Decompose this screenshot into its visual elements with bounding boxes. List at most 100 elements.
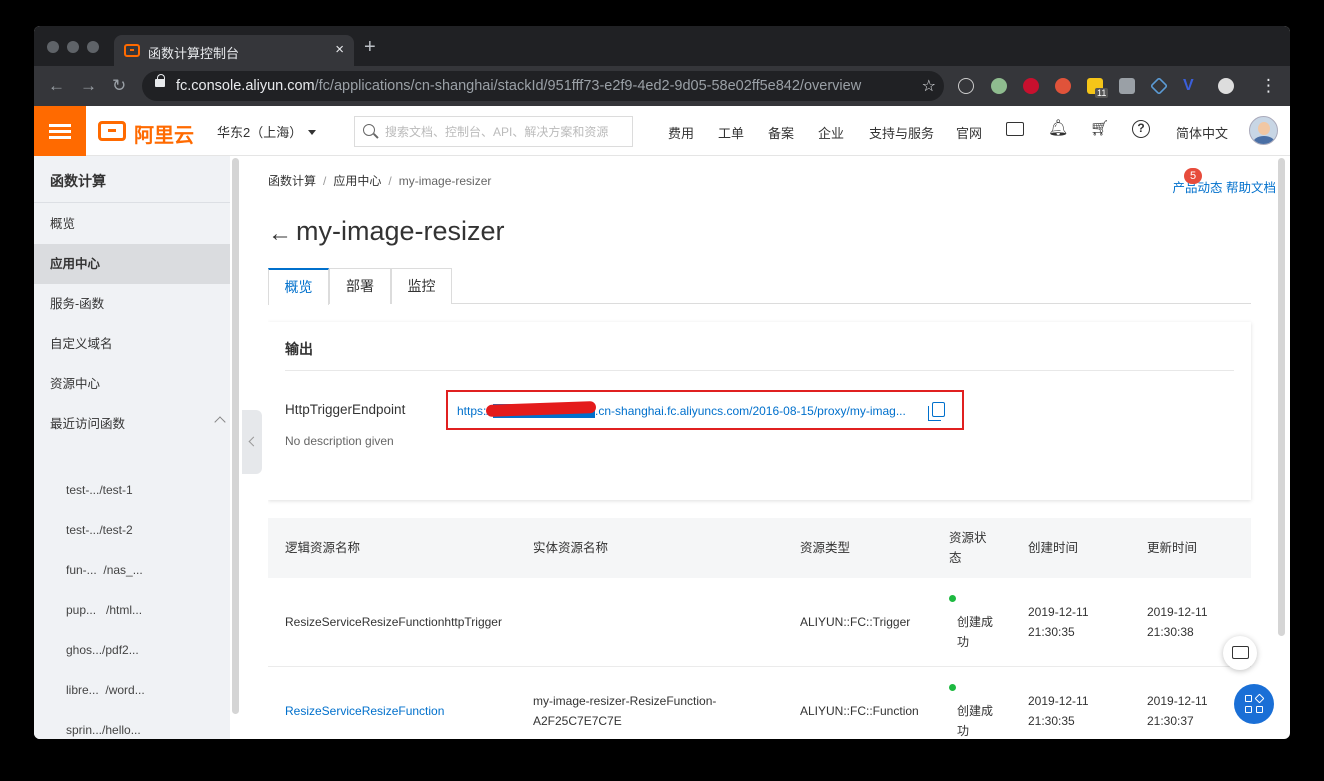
logical-name: ResizeServiceResizeFunctionhttpTrigger: [285, 615, 502, 629]
status-text: 创建成功: [957, 704, 994, 738]
created-time: 2019-12-11 21:30:35: [1028, 694, 1089, 728]
column-header: 更新时间: [1147, 541, 1198, 555]
user-avatar[interactable]: [1249, 116, 1278, 145]
copy-icon[interactable]: [928, 402, 945, 421]
status-text: 创建成功: [957, 615, 994, 649]
column-header: 创建时间: [1028, 541, 1079, 555]
bell-icon[interactable]: 🔔︎: [1048, 120, 1068, 138]
browser-tab[interactable]: 函数计算控制台 ×: [114, 35, 354, 66]
reload-icon[interactable]: ↻: [112, 76, 126, 96]
extension-circle-icon[interactable]: [991, 78, 1007, 94]
recent-function-item[interactable]: sprin.../hello...: [66, 723, 141, 737]
divider: [285, 370, 1234, 371]
extension-diamond-icon[interactable]: [1149, 76, 1169, 96]
region-selector[interactable]: 华东2（上海）: [217, 122, 317, 141]
recent-function-item[interactable]: pup... /html...: [66, 603, 142, 617]
physical-name: my-image-resizer-ResizeFunction-A2F25C7E…: [533, 694, 717, 728]
search-icon: [363, 124, 375, 136]
nav-official-site[interactable]: 官网: [956, 123, 982, 142]
terminal-icon[interactable]: [1006, 122, 1024, 136]
search-input[interactable]: [385, 122, 625, 142]
tab-overview[interactable]: 概览: [268, 268, 329, 305]
sidebar-scrollbar[interactable]: [232, 158, 239, 714]
nav-icp[interactable]: 备案: [768, 123, 794, 142]
console-header: 阿里云 华东2（上海） 费用 工单 备案 企业 支持与服务 官网 🔔︎ 🛒︎ ?…: [34, 106, 1290, 156]
recent-function-item[interactable]: libre... /word...: [66, 683, 145, 697]
nav-enterprise[interactable]: 企业: [818, 123, 844, 142]
sidebar-item-app-center[interactable]: 应用中心: [34, 244, 230, 284]
news-count-badge: 5: [1184, 168, 1202, 184]
hamburger-menu-button[interactable]: [34, 106, 86, 156]
breadcrumb: 函数计算 / 应用中心 / my-image-resizer: [268, 174, 492, 188]
nav-support[interactable]: 支持与服务: [869, 123, 934, 142]
column-header: 资源类型: [800, 541, 851, 555]
back-arrow-icon[interactable]: ←: [268, 220, 292, 248]
sidebar-item-custom-domain[interactable]: 自定义域名: [34, 324, 230, 364]
url-text[interactable]: fc.console.aliyun.com/fc/applications/cn…: [176, 78, 861, 94]
tab-monitor[interactable]: 监控: [391, 268, 452, 304]
tab-title: 函数计算控制台: [148, 46, 240, 61]
status-dot-icon: [949, 684, 956, 691]
extension-camera-icon[interactable]: [1119, 78, 1135, 94]
address-bar[interactable]: fc.console.aliyun.com/fc/applications/cn…: [142, 71, 944, 101]
recent-function-item[interactable]: test-.../test-2: [66, 523, 133, 537]
caret-down-icon: [308, 130, 317, 135]
aliyun-favicon-icon: [124, 44, 140, 57]
table-row: ResizeServiceResizeFunctionhttpTrigger A…: [268, 578, 1251, 667]
feedback-chat-icon[interactable]: [1223, 636, 1257, 670]
breadcrumb-item[interactable]: 应用中心: [333, 174, 381, 188]
sidebar-item-resource-center[interactable]: 资源中心: [34, 364, 230, 404]
extension-glasses-icon[interactable]: [958, 78, 974, 94]
breadcrumb-current: my-image-resizer: [398, 174, 492, 188]
tab-deploy[interactable]: 部署: [329, 268, 391, 304]
aliyun-logo-icon: [98, 121, 126, 141]
sidebar-item-overview[interactable]: 概览: [34, 204, 230, 244]
new-tab-button[interactable]: +: [364, 37, 376, 57]
bookmark-star-icon[interactable]: ☆: [922, 76, 936, 96]
output-key: HttpTriggerEndpoint: [285, 402, 406, 417]
sidebar-item-recent-functions[interactable]: 最近访问函数: [34, 404, 230, 444]
apps-grid-icon[interactable]: [1234, 684, 1274, 724]
main-scrollbar[interactable]: [1278, 158, 1285, 636]
page-title: my-image-resizer: [296, 216, 505, 246]
nav-tickets[interactable]: 工单: [718, 123, 744, 142]
nav-billing[interactable]: 费用: [668, 123, 694, 142]
window-close-dot[interactable]: [47, 41, 59, 53]
output-description: No description given: [285, 434, 394, 448]
window-zoom-dot[interactable]: [87, 41, 99, 53]
recent-function-item[interactable]: ghos.../pdf2...: [66, 643, 139, 657]
logo-text: 阿里云: [134, 125, 194, 147]
browser-menu-icon[interactable]: ⋮: [1260, 76, 1277, 96]
status-dot-icon: [949, 595, 956, 602]
output-title: 输出: [285, 341, 313, 357]
global-search[interactable]: [354, 116, 633, 147]
help-docs-link[interactable]: 帮助文档: [1226, 181, 1276, 195]
browser-window: 函数计算控制台 × + ← → ↻ fc.console.aliyun.com/…: [34, 26, 1290, 739]
tab-bar: 概览 部署 监控: [268, 268, 1251, 305]
language-selector[interactable]: 简体中文: [1176, 123, 1228, 142]
extension-abp-icon[interactable]: [1023, 78, 1039, 94]
help-icon[interactable]: ?: [1132, 120, 1150, 138]
recent-function-item[interactable]: fun-... /nas_...: [66, 563, 143, 577]
tab-close-icon[interactable]: ×: [335, 41, 344, 58]
created-time: 2019-12-11 21:30:35: [1028, 605, 1089, 639]
resource-type: ALIYUN::FC::Trigger: [800, 615, 911, 629]
updated-time: 2019-12-11 21:30:37: [1147, 694, 1208, 728]
main-content: 函数计算 / 应用中心 / my-image-resizer 产品动态 帮助文档 5 ←…: [268, 156, 1276, 739]
sidebar: 函数计算 概览 应用中心 服务-函数 自定义域名 资源中心 最近访问函数 tes…: [34, 156, 230, 739]
extension-v-icon[interactable]: V: [1183, 78, 1199, 94]
browser-toolbar: ← → ↻ fc.console.aliyun.com/fc/applicati…: [34, 66, 1290, 106]
back-arrow-icon[interactable]: ←: [48, 76, 65, 96]
lock-icon: [155, 74, 165, 87]
profile-icon[interactable]: [1218, 78, 1234, 94]
window-minimize-dot[interactable]: [67, 41, 79, 53]
extension-code-icon[interactable]: [1055, 78, 1071, 94]
logical-name-link[interactable]: ResizeServiceResizeFunction: [285, 701, 444, 721]
cart-icon[interactable]: 🛒︎: [1090, 120, 1109, 138]
recent-function-item[interactable]: test-.../test-1: [66, 483, 133, 497]
sidebar-collapse-handle[interactable]: [242, 410, 262, 474]
sidebar-item-service-function[interactable]: 服务-函数: [34, 284, 230, 324]
forward-arrow-icon[interactable]: →: [80, 76, 97, 96]
breadcrumb-item[interactable]: 函数计算: [268, 174, 316, 188]
divider: [34, 202, 230, 203]
